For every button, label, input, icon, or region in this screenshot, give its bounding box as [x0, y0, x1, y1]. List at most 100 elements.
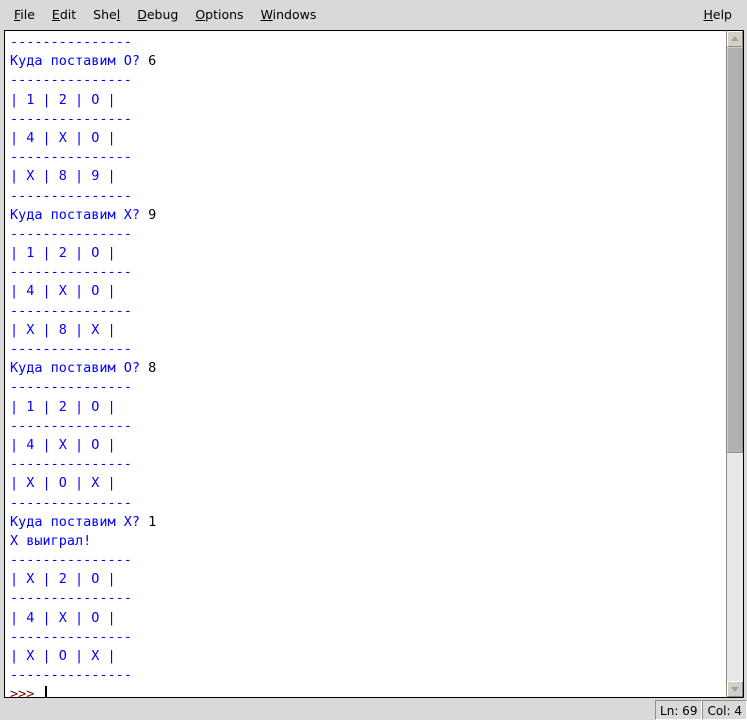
board-separator-line: --------------- [10, 455, 726, 474]
move-input-value: 1 [148, 513, 157, 530]
board-separator-line: --------------- [10, 187, 726, 206]
menu-item-help-rest: elp [712, 6, 732, 22]
separator-text: --------------- [10, 149, 132, 166]
scrollbar-track[interactable] [727, 47, 743, 681]
board-row-line: | X | 8 | 9 | [10, 167, 726, 186]
board-separator-line: --------------- [10, 494, 726, 513]
board-row-text: | 4 | X | O | [10, 129, 116, 146]
board-row-text: | X | O | X | [10, 475, 116, 492]
shell-area: --------------- Куда поставим O? 6 -------… [0, 29, 747, 700]
result-message-text: X выиграл! [10, 532, 92, 549]
move-input-value: 9 [148, 206, 157, 223]
board-row-line: | 4 | X | O | [10, 282, 726, 301]
menu-bar: File Edit Shel Debug Options Windows Hel… [0, 0, 747, 29]
separator-text: --------------- [10, 628, 132, 645]
move-input-value: 8 [148, 360, 157, 377]
move-prompt-line: Куда поставим O? 8 [10, 359, 726, 378]
board-row-text: | X | O | X | [10, 648, 116, 664]
menu-item-shell[interactable]: Shel [85, 4, 129, 25]
move-prompt-line: Куда поставим O? 6 [10, 52, 726, 71]
move-prompt-line: Куда поставим X? 1 [10, 513, 726, 532]
menu-item-debug-rest: ebug [146, 6, 179, 22]
move-prompt-text: Куда поставим O? [10, 53, 149, 70]
board-separator-line: --------------- [10, 225, 726, 244]
separator-text: --------------- [10, 494, 132, 511]
board-separator-line: --------------- [10, 110, 726, 129]
board-separator-line: --------------- [10, 148, 726, 167]
menu-item-edit-accel: E [51, 6, 60, 22]
shell-text-content[interactable]: --------------- Куда поставим O? 6 -------… [5, 31, 726, 698]
result-message-line: X выиграл! [10, 532, 726, 551]
scrollbar-thumb[interactable] [727, 47, 743, 453]
menu-item-shell-pre: She [93, 6, 117, 22]
board-row-line: | 4 | X | O | [10, 436, 726, 455]
separator-text: --------------- [10, 302, 132, 319]
separator-text: --------------- [10, 187, 132, 204]
board-separator-line: --------------- [10, 628, 726, 647]
status-bar: Ln: 69 Col: 4 [0, 700, 747, 720]
board-row-line: | 1 | 2 | O | [10, 91, 726, 110]
board-row-line: | 4 | X | O | [10, 129, 726, 148]
menu-item-windows-accel: W [260, 6, 273, 22]
scroll-up-arrow-icon [731, 36, 739, 41]
menu-item-edit[interactable]: Edit [44, 4, 85, 25]
board-row-text: | X | 8 | X | [10, 321, 116, 338]
board-row-line: | X | 8 | X | [10, 321, 726, 340]
move-prompt-line: Куда поставим X? 9 [10, 206, 726, 225]
menu-item-options-rest: ptions [205, 6, 244, 22]
text-cursor [44, 686, 47, 697]
board-row-line: | 1 | 2 | O | [10, 244, 726, 263]
separator-text: --------------- [10, 341, 132, 357]
board-row-text: | 1 | 2 | O | [10, 91, 116, 108]
menu-item-shell-accel: l [116, 6, 121, 22]
board-separator-line: --------------- [10, 263, 726, 282]
menu-item-debug[interactable]: Debug [129, 4, 187, 25]
separator-text: --------------- [10, 225, 132, 242]
menu-item-edit-rest: dit [59, 6, 77, 22]
separator-text: --------------- [10, 590, 132, 607]
board-separator-line: --------------- [10, 340, 726, 359]
repl-prompt-text: >>> [10, 686, 43, 698]
menu-item-windows[interactable]: Windows [253, 4, 326, 25]
separator-text: --------------- [10, 456, 132, 473]
board-row-line: | X | O | X | [10, 647, 726, 666]
board-row-text: | 4 | X | O | [10, 436, 116, 453]
board-separator-line: --------------- [10, 378, 726, 397]
menu-item-debug-accel: D [137, 6, 147, 22]
board-row-line: | X | O | X | [10, 474, 726, 493]
board-separator-line: --------------- [10, 551, 726, 570]
separator-text: --------------- [10, 417, 132, 434]
shell-text-frame[interactable]: --------------- Куда поставим O? 6 -------… [4, 30, 726, 698]
separator-text: --------------- [10, 552, 132, 569]
board-separator-line: --------------- [10, 666, 726, 685]
move-input-value: 6 [148, 53, 157, 70]
board-row-text: | 4 | X | O | [10, 609, 116, 626]
board-row-text: | X | 8 | 9 | [10, 168, 116, 185]
move-prompt-text: Куда поставим O? [10, 360, 149, 377]
separator-text: --------------- [10, 34, 132, 50]
move-prompt-text: Куда поставим X? [10, 513, 149, 530]
menu-item-help-accel: H [703, 6, 713, 22]
menu-item-file-rest: ile [20, 6, 35, 22]
menu-item-help[interactable]: Help [695, 4, 741, 25]
vertical-scrollbar[interactable] [726, 30, 744, 698]
board-separator-line: --------------- [10, 302, 726, 321]
idle-shell-window: File Edit Shel Debug Options Windows Hel… [0, 0, 747, 720]
separator-text: --------------- [10, 72, 132, 89]
board-row-text: | 1 | 2 | O | [10, 245, 116, 262]
repl-prompt-line[interactable]: >>> [10, 685, 726, 698]
board-row-line: | 4 | X | O | [10, 609, 726, 628]
separator-text: --------------- [10, 379, 132, 396]
scroll-down-button[interactable] [727, 681, 743, 697]
board-row-line: | 1 | 2 | O | [10, 398, 726, 417]
board-separator-line: --------------- [10, 71, 726, 90]
board-separator-line: --------------- [10, 417, 726, 436]
board-separator-line: --------------- [10, 589, 726, 608]
board-row-text: | X | 2 | O | [10, 571, 116, 588]
menu-item-options[interactable]: Options [187, 4, 252, 25]
board-row-text: | 1 | 2 | O | [10, 398, 116, 415]
menu-item-options-accel: O [195, 6, 206, 22]
scroll-up-button[interactable] [727, 31, 743, 47]
board-row-text: | 4 | X | O | [10, 283, 116, 300]
menu-item-file[interactable]: File [6, 4, 44, 25]
